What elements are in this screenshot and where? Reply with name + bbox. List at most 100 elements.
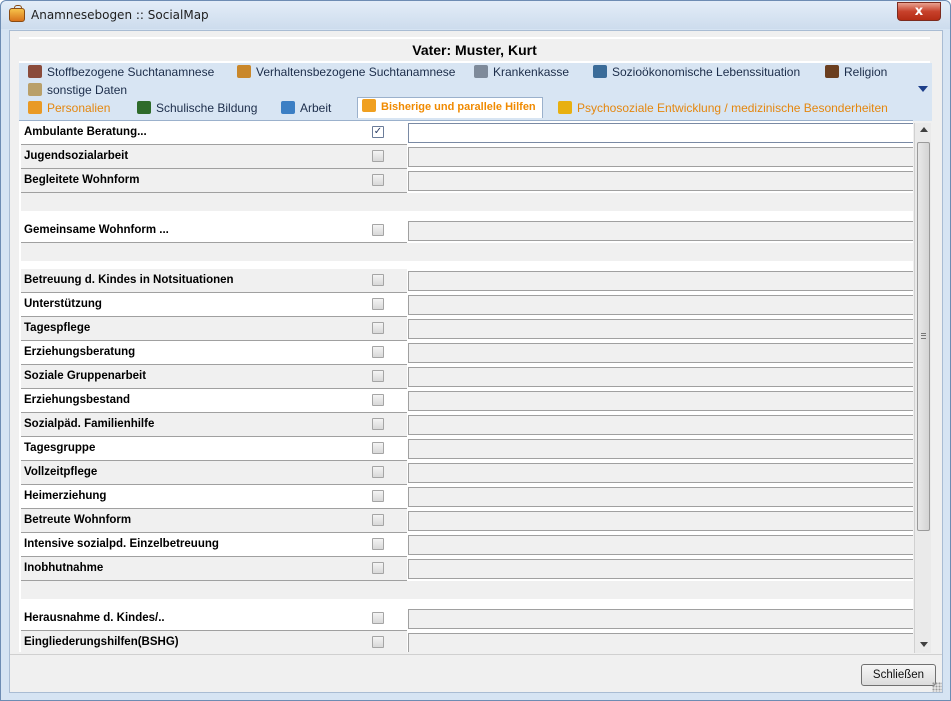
row-text-field[interactable] <box>408 439 913 459</box>
vertical-scrollbar[interactable] <box>914 123 931 653</box>
row-checkbox[interactable] <box>372 562 384 574</box>
row-checkbox[interactable] <box>372 274 384 286</box>
tab-personalien[interactable]: Personalien <box>28 100 110 117</box>
row-checkbox[interactable] <box>372 370 384 382</box>
row-label: Betreuung d. Kindes in Notsituationen <box>21 269 407 293</box>
tab-soziooekonomische-lebenssituation[interactable]: Sozioökonomische Lebenssituation <box>593 64 800 81</box>
lifebuoy-icon <box>362 99 376 112</box>
row-text-field[interactable] <box>408 633 913 652</box>
close-button[interactable]: Schließen <box>861 664 936 686</box>
row-label: Erziehungsberatung <box>21 341 407 365</box>
row-text-field[interactable] <box>408 463 913 483</box>
tab-label: Verhaltensbezogene Suchtanamnese <box>256 65 456 79</box>
blackboard-icon <box>137 101 151 114</box>
footer-divider <box>10 654 942 655</box>
development-icon <box>558 101 572 114</box>
row-checkbox[interactable] <box>372 418 384 430</box>
row-text-field[interactable] <box>408 511 913 531</box>
row-checkbox[interactable] <box>372 612 384 624</box>
row-text-field[interactable] <box>408 147 913 167</box>
form-row: Erziehungsberatung <box>19 341 913 365</box>
row-text-field[interactable] <box>408 535 913 555</box>
row-checkbox[interactable] <box>372 174 384 186</box>
row-text-field[interactable] <box>408 367 913 387</box>
row-label: Unterstützung <box>21 293 407 317</box>
form-row: Begleitete Wohnform <box>19 169 913 193</box>
form-row: Erziehungsbestand <box>19 389 913 413</box>
scroll-down-arrow-icon[interactable] <box>920 642 928 647</box>
row-label: Tagesgruppe <box>21 437 407 461</box>
resize-grip-icon[interactable] <box>932 682 942 692</box>
tab-label: Bisherige und parallele Hilfen <box>381 101 536 113</box>
tab-religion[interactable]: Religion <box>825 64 887 81</box>
row-checkbox[interactable] <box>372 490 384 502</box>
row-text-field[interactable] <box>408 559 913 579</box>
row-text-field[interactable] <box>408 319 913 339</box>
cart-icon <box>237 65 251 78</box>
row-checkbox[interactable]: ✓ <box>372 126 384 138</box>
row-checkbox[interactable] <box>372 538 384 550</box>
grip-icon <box>921 333 926 339</box>
row-label: Ambulante Beratung... <box>21 121 407 145</box>
tab-label: sonstige Daten <box>47 83 128 97</box>
tab-schulische-bildung[interactable]: Schulische Bildung <box>137 100 257 117</box>
tab-arbeit[interactable]: Arbeit <box>281 100 331 117</box>
row-checkbox[interactable] <box>372 150 384 162</box>
row-text-field[interactable] <box>408 609 913 629</box>
scroll-up-arrow-icon[interactable] <box>920 127 928 132</box>
form-row: Tagesgruppe <box>19 437 913 461</box>
tab-krankenkasse[interactable]: Krankenkasse <box>474 64 569 81</box>
row-checkbox[interactable] <box>372 298 384 310</box>
book-icon <box>825 65 839 78</box>
row-text-field[interactable] <box>408 221 913 241</box>
more-tabs-chevron-down-icon[interactable] <box>918 86 928 92</box>
app-window: Anamnesebogen :: SocialMap x Vater: Must… <box>0 0 951 701</box>
row-checkbox[interactable] <box>372 224 384 236</box>
tab-label: Arbeit <box>300 101 332 115</box>
people-icon <box>593 65 607 78</box>
form-row: Heimerziehung <box>19 485 913 509</box>
row-text-field[interactable] <box>408 415 913 435</box>
tab-label: Stoffbezogene Suchtanamnese <box>47 65 215 79</box>
form-content: Ambulante Beratung... ✓ Jugendsozialarbeit… <box>19 120 913 652</box>
tab-stoffbezogene-suchtanamnese[interactable]: Stoffbezogene Suchtanamnese <box>28 64 214 81</box>
row-text-field[interactable] <box>408 487 913 507</box>
tab-label: Psychosoziale Entwicklung / medizinische… <box>577 101 888 115</box>
row-checkbox[interactable] <box>372 322 384 334</box>
section-gap <box>21 243 913 261</box>
row-checkbox[interactable] <box>372 636 384 648</box>
row-label: Heimerziehung <box>21 485 407 509</box>
row-label: Vollzeitpflege <box>21 461 407 485</box>
row-checkbox[interactable] <box>372 514 384 526</box>
calendar-icon <box>28 83 42 96</box>
row-label: Begleitete Wohnform <box>21 169 407 193</box>
row-text-field[interactable] <box>408 391 913 411</box>
tab-psychosoziale-entwicklung[interactable]: Psychosoziale Entwicklung / medizinische… <box>558 100 888 117</box>
window-close-button[interactable]: x <box>897 2 941 21</box>
tab-verhaltensbezogene-suchtanamnese[interactable]: Verhaltensbezogene Suchtanamnese <box>237 64 455 81</box>
tab-strip: Stoffbezogene Suchtanamnese Verhaltensbe… <box>19 63 932 121</box>
row-text-field[interactable] <box>408 343 913 363</box>
tab-label: Personalien <box>47 101 111 115</box>
section-gap <box>21 581 913 599</box>
row-checkbox[interactable] <box>372 394 384 406</box>
title-bar[interactable]: Anamnesebogen :: SocialMap x <box>1 1 950 29</box>
tab-label: Krankenkasse <box>493 65 570 79</box>
row-checkbox[interactable] <box>372 346 384 358</box>
row-checkbox[interactable] <box>372 442 384 454</box>
row-text-field[interactable] <box>408 271 913 291</box>
row-label: Inobhutnahme <box>21 557 407 581</box>
row-checkbox[interactable] <box>372 466 384 478</box>
scroll-thumb[interactable] <box>917 142 930 531</box>
row-text-field[interactable] <box>408 123 913 143</box>
form-row: Ambulante Beratung... ✓ <box>19 121 913 145</box>
section-gap <box>21 193 913 211</box>
form-row: Intensive sozialpd. Einzelbetreuung <box>19 533 913 557</box>
row-label: Eingliederungshilfen(BSHG) <box>21 631 407 652</box>
tab-sonstige-daten[interactable]: sonstige Daten <box>28 82 127 99</box>
tab-label: Religion <box>844 65 888 79</box>
row-text-field[interactable] <box>408 295 913 315</box>
row-text-field[interactable] <box>408 171 913 191</box>
form-row: Jugendsozialarbeit <box>19 145 913 169</box>
tab-bisherige-und-parallele-hilfen[interactable]: Bisherige und parallele Hilfen <box>357 97 543 118</box>
